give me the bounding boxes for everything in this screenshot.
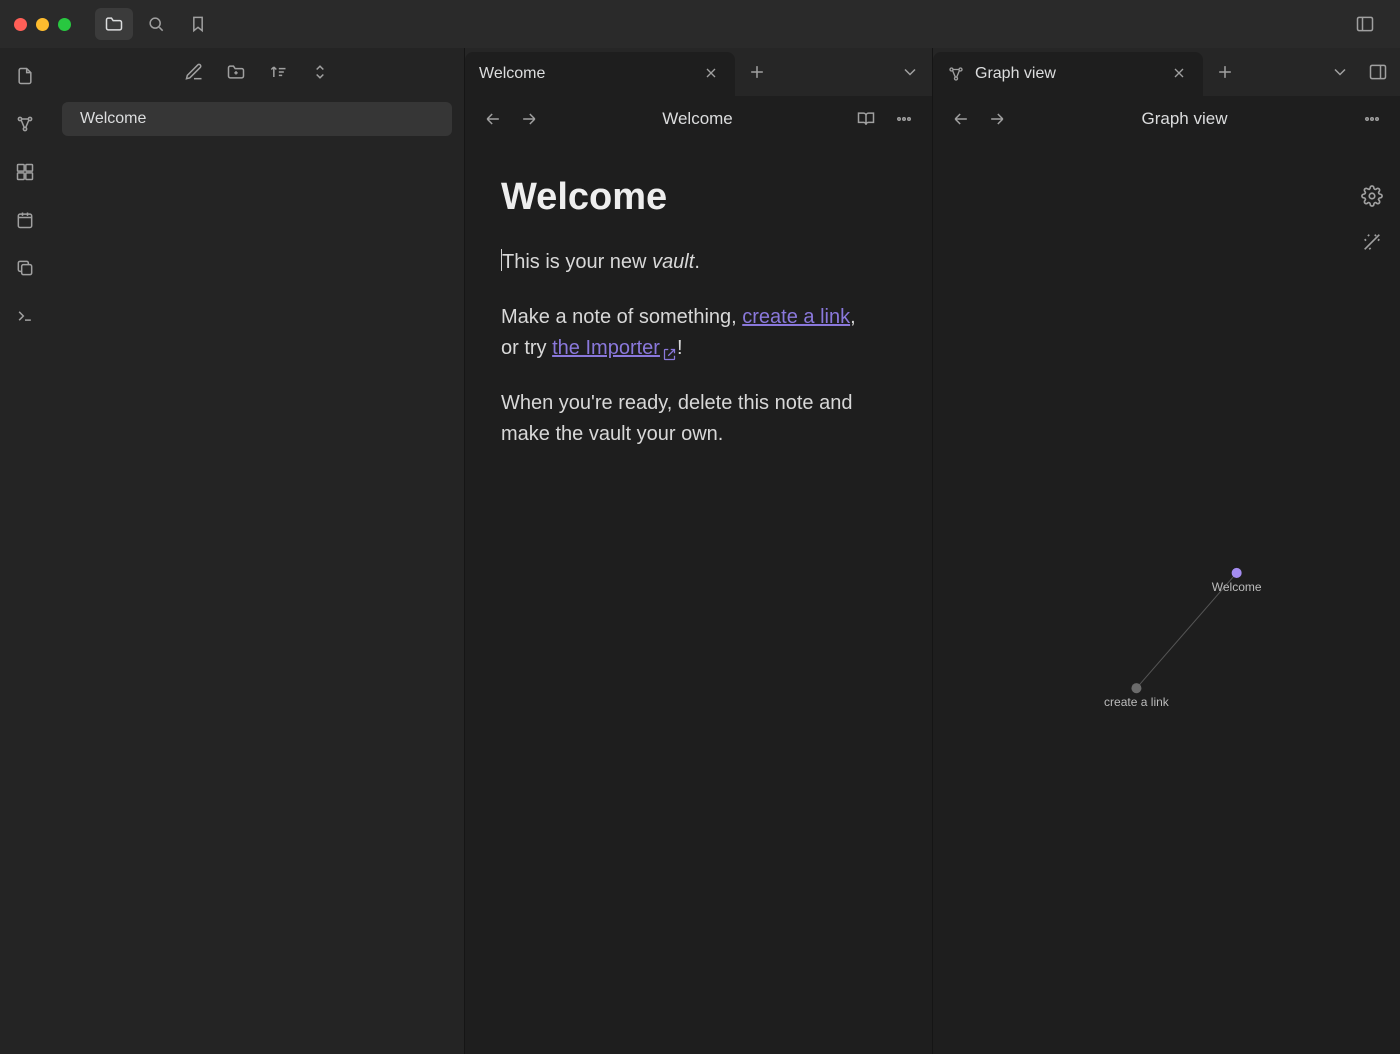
nav-back-button[interactable] [479, 105, 507, 133]
ribbon-quick-switcher[interactable] [7, 58, 43, 94]
graph-title: Graph view [1021, 109, 1348, 129]
collapse-button[interactable] [308, 60, 332, 84]
tab-close-button[interactable] [1171, 65, 1189, 83]
titlebar [0, 0, 1400, 48]
graph-canvas[interactable]: Welcome create a link [933, 142, 1400, 1054]
file-explorer-toolbar [50, 48, 464, 96]
tab-dropdown-button[interactable] [1326, 58, 1354, 86]
graph-pane: Graph view [932, 48, 1400, 1054]
file-explorer-sidebar: Welcome [50, 48, 465, 1054]
graph-icon [947, 65, 965, 83]
sidebar-left-icon [1355, 14, 1375, 34]
book-open-icon [856, 109, 876, 129]
editor-pane: Welcome [465, 48, 932, 1054]
tab-dropdown-button[interactable] [896, 58, 924, 86]
doc-paragraph-2: Make a note of something, create a link,… [501, 302, 861, 364]
main-area: Welcome Welcome [0, 48, 1400, 1054]
folder-icon [104, 14, 124, 34]
editor-body[interactable]: Welcome This is your new vault. Make a n… [465, 142, 932, 1054]
graph-svg: Welcome create a link [933, 142, 1400, 1054]
external-link-icon [662, 341, 677, 356]
nav-forward-button[interactable] [983, 105, 1011, 133]
close-icon [703, 65, 719, 81]
window-close-button[interactable] [14, 18, 27, 31]
bookmarks-tab-button[interactable] [179, 8, 217, 40]
ribbon-daily-note[interactable] [7, 202, 43, 238]
edit-icon [184, 62, 204, 82]
sidebar-right-icon [1368, 62, 1388, 82]
graph-node-label: Welcome [1212, 580, 1262, 594]
editor-header: Welcome [465, 96, 932, 142]
graph-header: Graph view [933, 96, 1400, 142]
graph-node[interactable] [1232, 568, 1242, 578]
search-tab-button[interactable] [137, 8, 175, 40]
ribbon-command-palette[interactable] [7, 298, 43, 334]
folder-plus-icon [226, 62, 246, 82]
arrow-right-icon [987, 109, 1007, 129]
new-tab-button[interactable] [1211, 58, 1239, 86]
ribbon-templates[interactable] [7, 250, 43, 286]
nav-back-button[interactable] [947, 105, 975, 133]
toggle-right-sidebar-button[interactable] [1364, 58, 1392, 86]
plus-icon [1215, 62, 1235, 82]
file-item-label: Welcome [80, 110, 146, 128]
toggle-left-sidebar-button[interactable] [1346, 8, 1384, 40]
doc-paragraph-3: When you're ready, delete this note and … [501, 388, 861, 450]
link-the-importer[interactable]: the Importer [552, 337, 677, 359]
left-ribbon [0, 48, 50, 1054]
graph-icon [15, 114, 35, 134]
more-options-button[interactable] [1358, 105, 1386, 133]
graph-node-label: create a link [1104, 695, 1170, 709]
editor-title: Welcome [553, 109, 842, 129]
link-create-a-link[interactable]: create a link [742, 306, 850, 328]
more-options-button[interactable] [890, 105, 918, 133]
new-note-button[interactable] [182, 60, 206, 84]
calendar-icon [15, 210, 35, 230]
arrow-left-icon [951, 109, 971, 129]
close-icon [1171, 65, 1187, 81]
canvas-icon [15, 162, 35, 182]
ribbon-canvas[interactable] [7, 154, 43, 190]
tab-title: Graph view [975, 65, 1161, 83]
arrow-right-icon [519, 109, 539, 129]
graph-node[interactable] [1131, 683, 1141, 693]
workspace: Welcome [465, 48, 1400, 1054]
chevron-down-icon [900, 62, 920, 82]
chevrons-up-down-icon [310, 62, 330, 82]
reading-view-button[interactable] [852, 105, 880, 133]
file-item-welcome[interactable]: Welcome [62, 102, 452, 136]
ribbon-graph-view[interactable] [7, 106, 43, 142]
plus-icon [747, 62, 767, 82]
tabstrip-left: Welcome [465, 48, 932, 96]
copy-icon [15, 258, 35, 278]
more-horizontal-icon [1362, 109, 1382, 129]
terminal-icon [15, 306, 35, 326]
arrow-left-icon [483, 109, 503, 129]
file-search-icon [15, 66, 35, 86]
doc-heading: Welcome [501, 168, 896, 227]
nav-forward-button[interactable] [515, 105, 543, 133]
files-tab-button[interactable] [95, 8, 133, 40]
window-zoom-button[interactable] [58, 18, 71, 31]
doc-paragraph-1: This is your new vault. [501, 247, 861, 278]
more-horizontal-icon [894, 109, 914, 129]
bookmark-icon [188, 14, 208, 34]
tabstrip-right: Graph view [933, 48, 1400, 96]
chevron-down-icon [1330, 62, 1350, 82]
search-icon [146, 14, 166, 34]
new-tab-button[interactable] [743, 58, 771, 86]
tab-close-button[interactable] [703, 65, 721, 83]
file-tree: Welcome [50, 96, 464, 1054]
sort-button[interactable] [266, 60, 290, 84]
tab-graph-view[interactable]: Graph view [933, 52, 1203, 96]
window-traffic-lights [8, 18, 79, 31]
window-minimize-button[interactable] [36, 18, 49, 31]
sort-icon [268, 62, 288, 82]
new-folder-button[interactable] [224, 60, 248, 84]
tab-title: Welcome [479, 65, 693, 83]
tab-welcome[interactable]: Welcome [465, 52, 735, 96]
